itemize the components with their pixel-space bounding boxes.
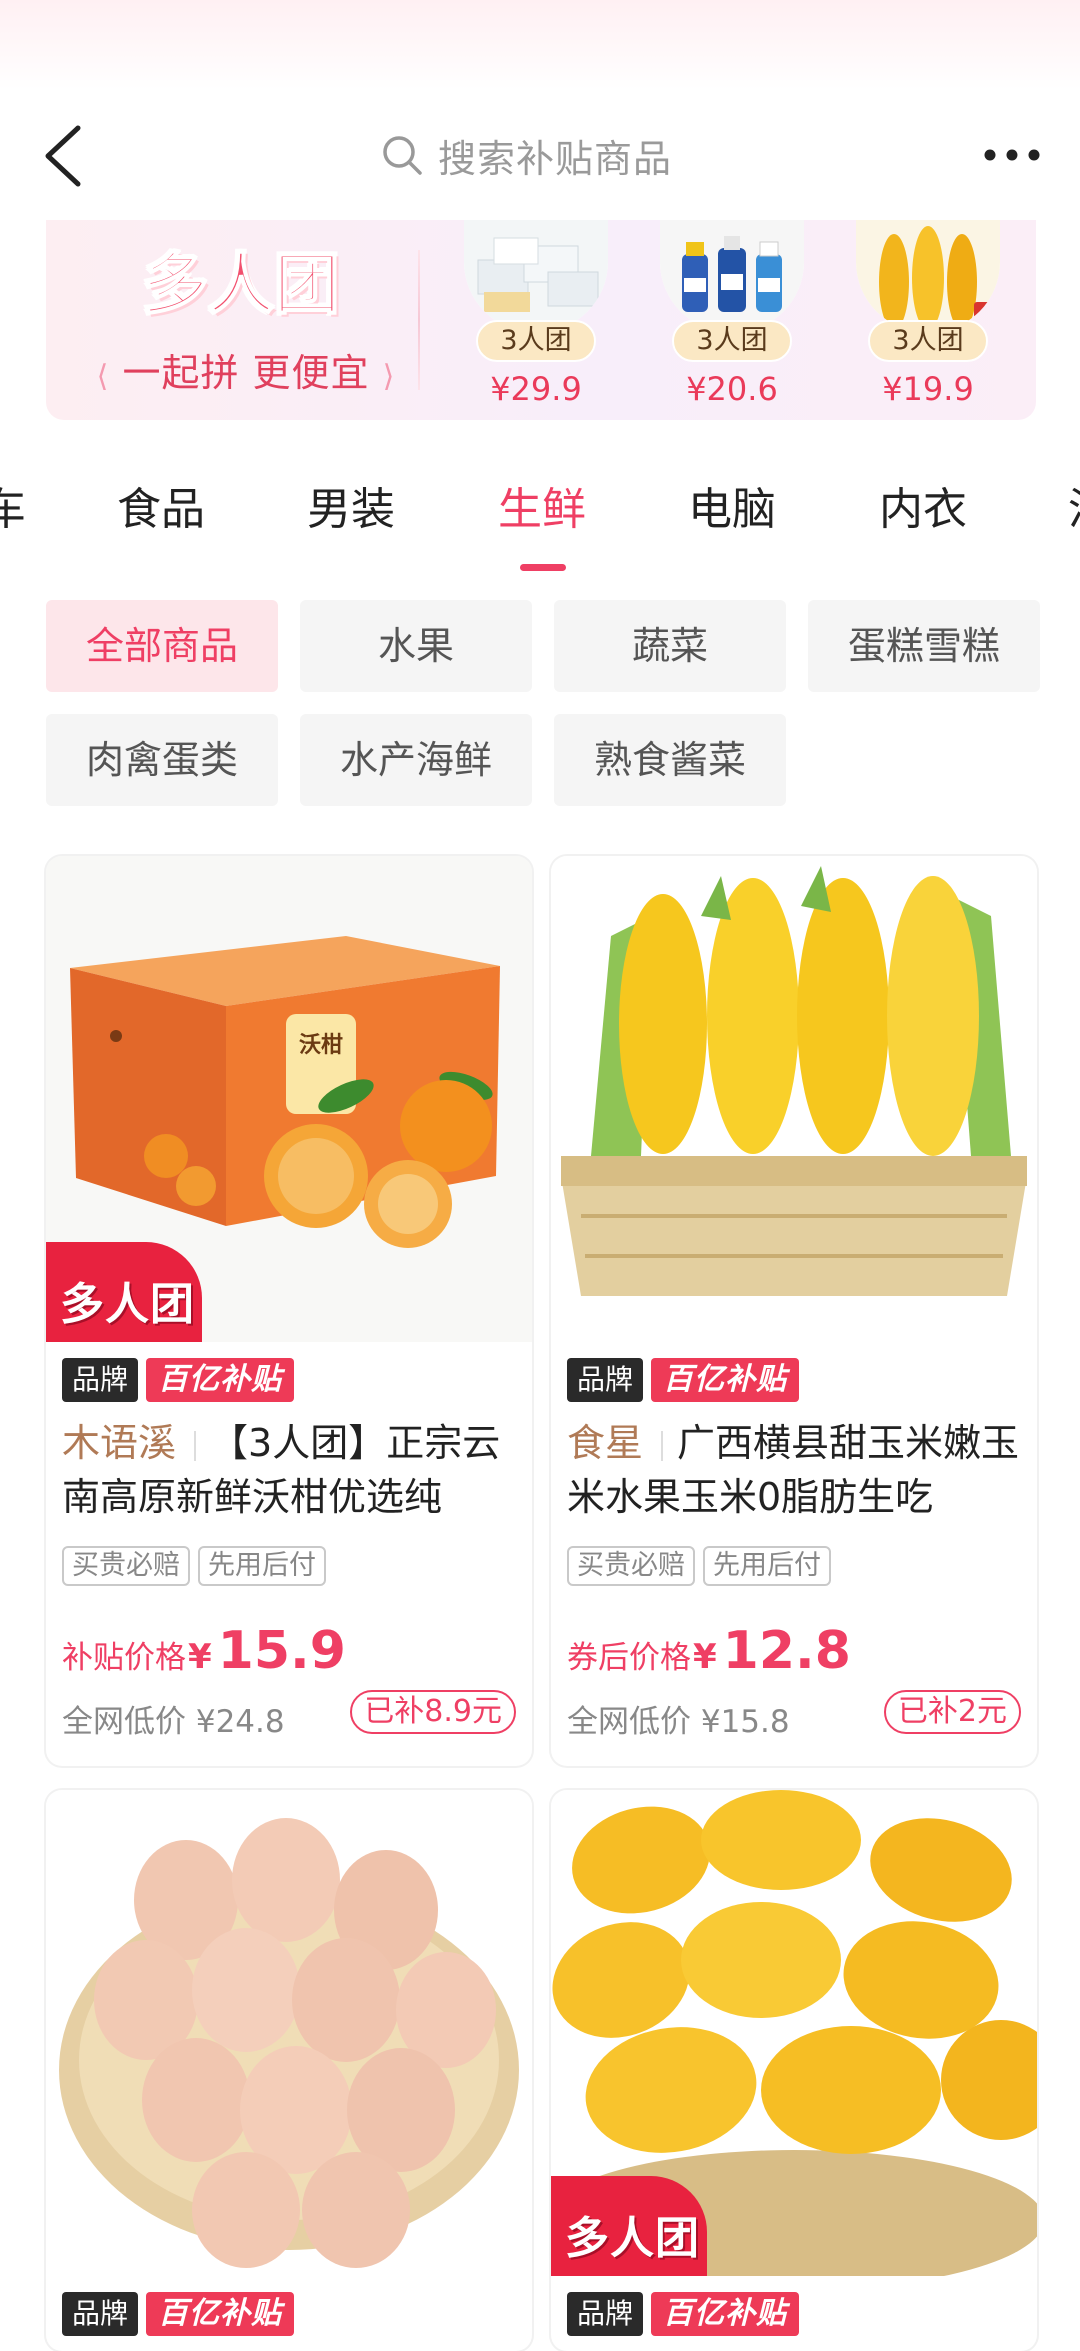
group-deal-price: ¥19.9	[882, 370, 974, 408]
service-tags: 买贵必赔 先用后付	[567, 1546, 831, 1586]
group-buy-badge-text: 多人团	[60, 1279, 195, 1330]
product-title: 食星 广西横县甜玉米嫩玉米水果玉米0脂肪生吃	[567, 1416, 1027, 1524]
chip-cake-icecream[interactable]: 蛋糕雪糕	[808, 600, 1040, 692]
service-tag: 买贵必赔	[567, 1546, 695, 1586]
group-buy-logo: 多人团	[141, 245, 341, 324]
group-buy-banner[interactable]: 多人团 ⟨ 一起拼 更便宜 ⟩ 3人团 ¥29.9 3人团 ¥20.6 3人团 …	[46, 220, 1036, 420]
service-tag: 先用后付	[198, 1546, 326, 1586]
tissue-thumbnail	[464, 220, 608, 332]
currency-symbol: ¥	[693, 1637, 717, 1677]
divider	[418, 250, 420, 390]
product-image	[551, 856, 1037, 1342]
slogan-text: 一起拼 更便宜	[122, 351, 370, 395]
search-placeholder: 搜索补贴商品	[438, 136, 673, 181]
badge-row: 品牌 百亿补贴	[62, 2292, 295, 2336]
group-size-tag: 3人团	[672, 320, 792, 362]
chip-all-products[interactable]: 全部商品	[46, 600, 278, 692]
bottles-thumbnail	[660, 220, 804, 332]
tab-computer[interactable]: 电脑	[688, 480, 776, 540]
reference-price: 全网低价 ¥15.8	[567, 1704, 790, 1740]
subsidy-badge: 百亿补贴	[146, 1358, 295, 1402]
title-separator	[194, 1430, 197, 1461]
service-tag: 先用后付	[703, 1546, 831, 1586]
product-image: 沃柑 多人团	[46, 856, 532, 1342]
brand-badge: 品牌	[567, 2292, 644, 2336]
price-row: 券后价格 ¥ 12.8	[567, 1621, 851, 1681]
back-button[interactable]	[36, 118, 96, 194]
tab-food[interactable]: 食品	[117, 480, 205, 540]
currency-symbol: ¥	[188, 1637, 212, 1677]
group-buy-badge: 多人团	[551, 2176, 707, 2276]
group-buy-promo: 多人团 ⟨ 一起拼 更便宜 ⟩	[46, 220, 416, 420]
title-separator	[661, 1430, 664, 1461]
product-brand: 木语溪	[62, 1421, 177, 1465]
brand-badge: 品牌	[567, 1358, 644, 1402]
reference-price: 全网低价 ¥24.8	[62, 1704, 285, 1740]
brand-badge: 品牌	[62, 1358, 139, 1402]
price-label: 券后价格	[567, 1640, 691, 1676]
product-title: 木语溪 【3人团】正宗云南高原新鲜沃柑优选纯	[62, 1416, 522, 1524]
laurel-left-icon: ⟨	[96, 359, 110, 394]
group-buy-badge-text: 多人团	[565, 2213, 700, 2264]
chip-meat-eggs[interactable]: 肉禽蛋类	[46, 714, 278, 806]
chip-vegetables[interactable]: 蔬菜	[554, 600, 786, 692]
group-buy-badge: 多人团	[46, 1242, 202, 1342]
subsidy-badge: 百亿补贴	[651, 1358, 800, 1402]
subsidy-amount-tag: 已补8.9元	[350, 1690, 516, 1734]
status-area	[0, 0, 1080, 90]
corn-thumbnail	[856, 220, 1000, 332]
chevron-left-icon	[45, 125, 81, 187]
tab-menswear[interactable]: 男装	[307, 480, 395, 540]
product-brand: 食星	[567, 1421, 644, 1465]
group-deal-price: ¥20.6	[686, 370, 778, 408]
brand-badge: 品牌	[62, 2292, 139, 2336]
badge-row: 品牌 百亿补贴	[567, 1358, 800, 1402]
laurel-right-icon: ⟩	[382, 359, 396, 394]
subsidy-badge: 百亿补贴	[146, 2292, 295, 2336]
price-row: 补贴价格 ¥ 15.9	[62, 1621, 346, 1681]
badge-row: 品牌 百亿补贴	[567, 2292, 800, 2336]
subsidy-amount-tag: 已补2元	[883, 1690, 1021, 1734]
product-image	[46, 1790, 532, 2276]
product-card[interactable]: 沃柑 多人团 品牌 百亿补贴 木语溪 【3人团】正宗云南高原新鲜沃柑优选纯 买贵必…	[46, 856, 532, 1766]
chip-deli[interactable]: 熟食酱菜	[554, 714, 786, 806]
group-size-tag: 3人团	[476, 320, 596, 362]
category-tabs: 车 食品 男装 生鲜 电脑 内衣 汽	[0, 480, 1080, 580]
search-bar[interactable]: 搜索补贴商品	[380, 122, 672, 188]
product-card[interactable]: 多人团 品牌 百亿补贴	[551, 1790, 1037, 2351]
group-deal-price: ¥29.9	[490, 370, 582, 408]
price-label: 补贴价格	[62, 1640, 186, 1676]
price-value: 15.9	[217, 1621, 346, 1681]
chip-seafood[interactable]: 水产海鲜	[300, 714, 532, 806]
tab-car[interactable]: 车	[0, 480, 26, 540]
group-buy-slogan: ⟨ 一起拼 更便宜 ⟩	[76, 342, 416, 397]
chip-fruit[interactable]: 水果	[300, 600, 532, 692]
product-image: 多人团	[551, 1790, 1037, 2276]
product-card[interactable]: 品牌 百亿补贴 食星 广西横县甜玉米嫩玉米水果玉米0脂肪生吃 买贵必赔 先用后付 …	[551, 856, 1037, 1766]
box-label: 沃柑	[299, 1033, 343, 1058]
tab-auto[interactable]: 汽	[1068, 480, 1080, 540]
subsidy-badge: 百亿补贴	[651, 2292, 800, 2336]
service-tag: 买贵必赔	[62, 1546, 190, 1586]
top-bar: 搜索补贴商品	[0, 100, 1080, 210]
group-size-tag: 3人团	[868, 320, 988, 362]
service-tags: 买贵必赔 先用后付	[62, 1546, 326, 1586]
group-deal-item[interactable]: 3人团 ¥19.9	[848, 220, 1008, 420]
search-icon	[380, 133, 424, 177]
badge-row: 品牌 百亿补贴	[62, 1358, 295, 1402]
product-card[interactable]: 品牌 百亿补贴	[46, 1790, 532, 2351]
tab-underwear[interactable]: 内衣	[879, 480, 967, 540]
more-options-button[interactable]	[972, 130, 1052, 180]
active-tab-indicator	[520, 564, 566, 571]
group-deal-item[interactable]: 3人团 ¥29.9	[456, 220, 616, 420]
tab-fresh[interactable]: 生鲜	[498, 480, 586, 540]
group-deal-item[interactable]: 3人团 ¥20.6	[652, 220, 812, 420]
more-dots-icon	[984, 149, 1040, 161]
price-value: 12.8	[722, 1621, 851, 1681]
